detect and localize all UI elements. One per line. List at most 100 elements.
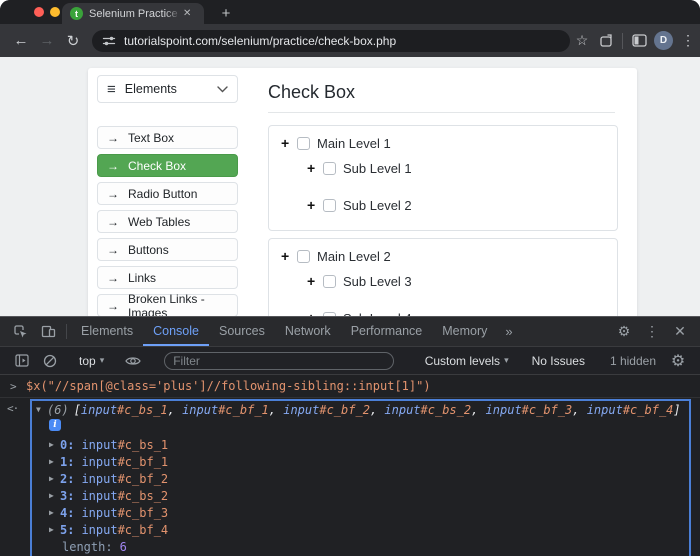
- expand-triangle-icon[interactable]: ▶: [49, 457, 60, 466]
- profile-avatar[interactable]: D: [654, 31, 673, 50]
- new-tab-button[interactable]: +: [216, 3, 236, 23]
- reload-icon[interactable]: ↻: [60, 29, 86, 53]
- devtools-tab[interactable]: Performance: [341, 317, 433, 346]
- hamburger-icon: ≡: [107, 82, 116, 97]
- expand-triangle-icon[interactable]: ▶: [49, 525, 60, 534]
- checkbox-label[interactable]: Sub Level 3: [343, 274, 412, 289]
- hidden-messages-count: 1 hidden: [602, 354, 664, 368]
- extensions-icon[interactable]: [594, 29, 618, 53]
- console-filter-input[interactable]: [164, 352, 394, 370]
- devtools-tab[interactable]: Sources: [209, 317, 275, 346]
- elements-panel-header[interactable]: ≡ Elements: [97, 75, 238, 103]
- expand-triangle-icon[interactable]: ▶: [49, 491, 60, 500]
- expand-plus-icon[interactable]: +: [307, 160, 320, 176]
- expand-plus-icon[interactable]: +: [281, 248, 294, 264]
- checkbox-label[interactable]: Sub Level 1: [343, 161, 412, 176]
- array-item-row[interactable]: ▶ 4: input #c_bf_3: [36, 504, 683, 521]
- devtools-tab[interactable]: Memory: [432, 317, 497, 346]
- console-result-selected[interactable]: ▼ (6) [input#c_bs_1, input#c_bf_1, input…: [30, 399, 691, 556]
- console-settings-gear-icon[interactable]: ⚙: [664, 351, 692, 371]
- devtools-tab[interactable]: Network: [275, 317, 341, 346]
- array-preview-item: input#c_bf_2,: [283, 403, 384, 417]
- devtools-settings-gear-icon[interactable]: ⚙: [610, 323, 638, 340]
- expand-triangle-icon[interactable]: ▶: [49, 474, 60, 483]
- inspect-element-icon[interactable]: [6, 317, 34, 346]
- tabbar-divider: [66, 324, 67, 339]
- arrow-right-icon: →: [107, 299, 119, 313]
- live-expression-eye-icon[interactable]: [119, 355, 147, 367]
- expand-triangle-icon[interactable]: ▶: [49, 440, 60, 449]
- sidebar-item-label: Broken Links - Images: [128, 292, 228, 317]
- sidebar-item-label: Check Box: [128, 159, 186, 173]
- checkbox[interactable]: [323, 199, 336, 212]
- item-index: 1:: [60, 455, 74, 469]
- browser-tab[interactable]: t Selenium Practice - Check B ✕: [62, 3, 204, 24]
- item-id: #c_bf_4: [118, 523, 169, 537]
- sidebar-item[interactable]: → Broken Links - Images: [97, 294, 238, 316]
- clear-console-icon[interactable]: [36, 354, 64, 368]
- arrow-right-icon: →: [107, 271, 119, 285]
- array-length-row: length: 6: [36, 538, 683, 555]
- array-item-row[interactable]: ▶ 2: input #c_bf_2: [36, 470, 683, 487]
- more-tabs-icon[interactable]: »: [497, 317, 520, 346]
- sidebar-item[interactable]: → Buttons: [97, 238, 238, 261]
- array-item-row[interactable]: ▶ 5: input #c_bf_4: [36, 521, 683, 538]
- side-panel-icon[interactable]: [627, 29, 651, 53]
- item-tag: input: [81, 472, 117, 486]
- sidebar-item-label: Buttons: [128, 243, 169, 257]
- checkbox-label[interactable]: Sub Level 4: [343, 311, 412, 317]
- forward-icon[interactable]: →: [34, 29, 60, 53]
- console-toolbar: top▾ Custom levels▾ No Issues 1 hidden ⚙: [0, 347, 700, 375]
- sidebar-item[interactable]: → Radio Button: [97, 182, 238, 205]
- checkbox[interactable]: [297, 250, 310, 263]
- expand-plus-icon[interactable]: +: [307, 273, 320, 289]
- devtools-tabbar: ElementsConsoleSourcesNetworkPerformance…: [0, 317, 700, 347]
- checkbox[interactable]: [323, 162, 336, 175]
- collapse-triangle-icon[interactable]: ▼: [36, 405, 47, 414]
- device-toolbar-icon[interactable]: [34, 317, 62, 346]
- expand-plus-icon[interactable]: +: [307, 197, 320, 213]
- issues-counter[interactable]: No Issues: [524, 354, 593, 368]
- sidebar-item[interactable]: → Text Box: [97, 126, 238, 149]
- back-icon[interactable]: ←: [8, 29, 34, 53]
- minimize-window-button[interactable]: [50, 7, 60, 17]
- checkbox[interactable]: [297, 137, 310, 150]
- context-selector[interactable]: top▾: [73, 354, 110, 368]
- array-items: ▶ 0: input #c_bs_1 ▶ 1: input #c_bf_1 ▶ …: [36, 436, 683, 538]
- item-id: #c_bf_1: [118, 455, 169, 469]
- array-item-row[interactable]: ▶ 0: input #c_bs_1: [36, 436, 683, 453]
- site-settings-icon[interactable]: [102, 34, 116, 48]
- expand-plus-icon[interactable]: +: [307, 310, 320, 316]
- checkbox[interactable]: [323, 275, 336, 288]
- devtools-tab[interactable]: Elements: [71, 317, 143, 346]
- address-bar[interactable]: tutorialspoint.com/selenium/practice/che…: [92, 30, 570, 52]
- devtools-menu-icon[interactable]: ⋮: [638, 323, 666, 340]
- bookmark-star-icon[interactable]: ☆: [570, 29, 594, 53]
- checkbox-label[interactable]: Main Level 2: [317, 249, 391, 264]
- item-index: 3:: [60, 489, 74, 503]
- item-tag: input: [81, 523, 117, 537]
- expand-triangle-icon[interactable]: ▶: [49, 508, 60, 517]
- checkbox[interactable]: [323, 312, 336, 317]
- devtools-tab[interactable]: Console: [143, 317, 209, 346]
- array-item-row[interactable]: ▶ 1: input #c_bf_1: [36, 453, 683, 470]
- browser-menu-icon[interactable]: ⋮: [676, 29, 700, 53]
- info-icon[interactable]: i: [49, 419, 61, 431]
- checkbox-label[interactable]: Main Level 1: [317, 136, 391, 151]
- sidebar-item[interactable]: → Check Box: [97, 154, 238, 177]
- checkbox-label[interactable]: Sub Level 2: [343, 198, 412, 213]
- close-window-button[interactable]: [34, 7, 44, 17]
- sidebar-item[interactable]: → Web Tables: [97, 210, 238, 233]
- sidebar-item[interactable]: → Links: [97, 266, 238, 289]
- sidebar-item-label: Text Box: [128, 131, 174, 145]
- console-sidebar-icon[interactable]: [8, 354, 36, 367]
- arrow-right-icon: →: [107, 243, 119, 257]
- array-item-row[interactable]: ▶ 3: input #c_bs_2: [36, 487, 683, 504]
- devtools-close-icon[interactable]: ✕: [666, 323, 694, 340]
- log-levels-selector[interactable]: Custom levels▾: [419, 354, 515, 368]
- array-result-header[interactable]: ▼ (6) [input#c_bs_1, input#c_bf_1, input…: [36, 402, 683, 417]
- tab-close-icon[interactable]: ✕: [183, 9, 191, 19]
- expand-plus-icon[interactable]: +: [281, 135, 294, 151]
- array-preview-item: input#c_bf_3,: [486, 403, 587, 417]
- sidebar-item-label: Radio Button: [128, 187, 197, 201]
